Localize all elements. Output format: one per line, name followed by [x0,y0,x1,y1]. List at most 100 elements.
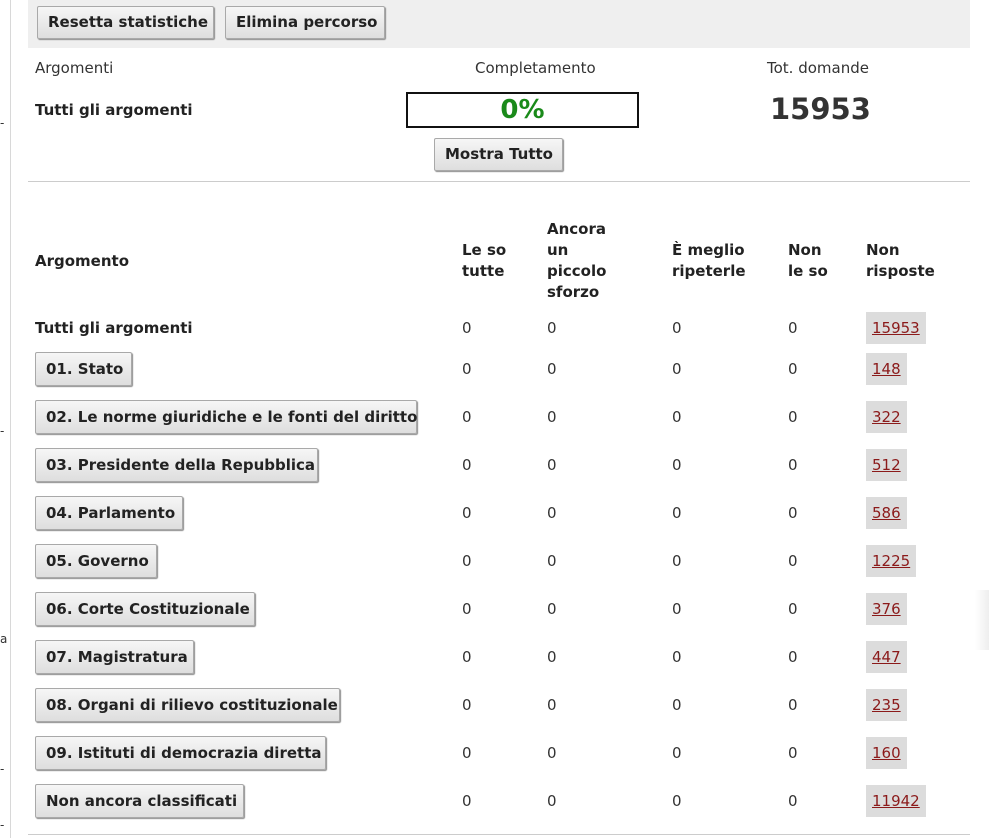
know-all-count: 0 [462,552,472,570]
know-all-count: 0 [462,504,472,522]
dont-know-count: 0 [788,408,798,426]
total-questions-value: 15953 [770,92,871,126]
topic-button[interactable]: 05. Governo [35,544,157,578]
summary-topics-header: Argomenti [35,59,114,77]
topic-button[interactable]: 04. Parlamento [35,496,183,530]
margin-mark: a [0,632,8,646]
margin-mark: - [0,116,5,130]
unanswered-cell: 447 [866,641,907,673]
unanswered-link[interactable]: 235 [872,696,901,714]
header-unanswered: Non risposte [866,241,935,280]
section-divider [28,181,970,182]
header-little-effort: Ancora un piccolo sforzo [547,220,607,301]
little-effort-count: 0 [547,648,557,666]
unanswered-cell: 160 [866,737,907,769]
dont-know-count: 0 [788,744,798,762]
topic-button[interactable]: 01. Stato [35,352,132,386]
topic-button[interactable]: 07. Magistratura [35,640,194,674]
header-know-all-cell: Le so tutte [462,219,522,303]
know-all-count: 0 [462,360,472,378]
little-effort-count: 0 [547,552,557,570]
little-effort-count: 0 [547,792,557,810]
dont-know-count: 0 [788,504,798,522]
topic-button[interactable]: 03. Presidente della Repubblica [35,448,318,482]
header-know-all: Le so tutte [462,241,507,280]
unanswered-cell: 11942 [866,785,926,817]
dont-know-count: 0 [788,552,798,570]
unanswered-cell: 1225 [866,545,917,577]
unanswered-link[interactable]: 1225 [872,552,910,570]
better-repeat-count: 0 [672,456,682,474]
unanswered-link[interactable]: 512 [872,456,901,474]
unanswered-link[interactable]: 447 [872,648,901,666]
dont-know-count: 0 [788,696,798,714]
unanswered-link[interactable]: 148 [872,360,901,378]
topic-button[interactable]: 09. Istituti di democrazia diretta [35,736,326,770]
topic-button[interactable]: Non ancora classificati [35,784,244,818]
little-effort-count: 0 [547,408,557,426]
margin-mark: - [0,762,5,776]
little-effort-count: 0 [547,360,557,378]
margin-mark: - [0,818,5,832]
know-all-count: 0 [462,408,472,426]
completion-percent-text: 0% [500,95,545,125]
little-effort-count: 0 [547,319,557,337]
unanswered-cell: 376 [866,593,907,625]
unanswered-link[interactable]: 376 [872,600,901,618]
margin-mark: - [0,424,5,438]
summary-completion-header: Completamento [475,59,596,77]
dont-know-count: 0 [788,600,798,618]
unanswered-cell: 235 [866,689,907,721]
know-all-count: 0 [462,792,472,810]
header-dont-know-cell: Non le so [788,219,830,303]
dont-know-count: 0 [788,792,798,810]
unanswered-link[interactable]: 15953 [872,319,920,337]
left-page-border [10,0,11,838]
know-all-count: 0 [462,600,472,618]
topic-button[interactable]: 02. Le norme giuridiche e le fonti del d… [35,400,417,434]
dont-know-count: 0 [788,319,798,337]
know-all-count: 0 [462,696,472,714]
topic-label: Tutti gli argomenti [35,319,193,337]
unanswered-link[interactable]: 586 [872,504,901,522]
know-all-count: 0 [462,319,472,337]
header-better-repeat-cell: È meglio ripeterle [672,219,754,303]
know-all-count: 0 [462,648,472,666]
dont-know-count: 0 [788,360,798,378]
better-repeat-count: 0 [672,552,682,570]
summary-topic-label: Tutti gli argomenti [35,101,193,119]
unanswered-cell: 15953 [866,312,926,344]
delete-path-button[interactable]: Elimina percorso [225,6,385,39]
unanswered-link[interactable]: 160 [872,744,901,762]
unanswered-cell: 148 [866,353,907,385]
reset-stats-button[interactable]: Resetta statistiche [37,6,214,39]
better-repeat-count: 0 [672,319,682,337]
bottom-divider [28,834,970,835]
topic-button[interactable]: 08. Organi di rilievo costituzionale [35,688,340,722]
better-repeat-count: 0 [672,792,682,810]
table-row: 08. Organi di rilievo costituzionale 0 0 0 0… [28,688,970,722]
better-repeat-count: 0 [672,744,682,762]
better-repeat-count: 0 [672,600,682,618]
unanswered-cell: 586 [866,497,907,529]
header-unanswered-cell: Non risposte [866,219,941,303]
topic-button[interactable]: 06. Corte Costituzionale [35,592,255,626]
unanswered-link[interactable]: 11942 [872,792,920,810]
little-effort-count: 0 [547,696,557,714]
know-all-count: 0 [462,456,472,474]
header-topic: Argomento [35,252,130,270]
little-effort-count: 0 [547,456,557,474]
little-effort-count: 0 [547,504,557,522]
dont-know-count: 0 [788,456,798,474]
table-row: 05. Governo 0 0 0 0 1225 [28,544,970,578]
summary-total-header: Tot. domande [767,59,869,77]
better-repeat-count: 0 [672,360,682,378]
table-row: 04. Parlamento 0 0 0 0 586 [28,496,970,530]
header-little-effort-cell: Ancora un piccolo sforzo [547,219,619,303]
unanswered-link[interactable]: 322 [872,408,901,426]
header-dont-know: Non le so [788,241,828,280]
table-row: Non ancora classificati 0 0 0 0 11942 [28,784,970,818]
show-all-button[interactable]: Mostra Tutto [434,138,563,171]
completion-progress-bar: 0% [406,92,639,128]
table-row: 01. Stato 0 0 0 0 148 [28,352,970,386]
